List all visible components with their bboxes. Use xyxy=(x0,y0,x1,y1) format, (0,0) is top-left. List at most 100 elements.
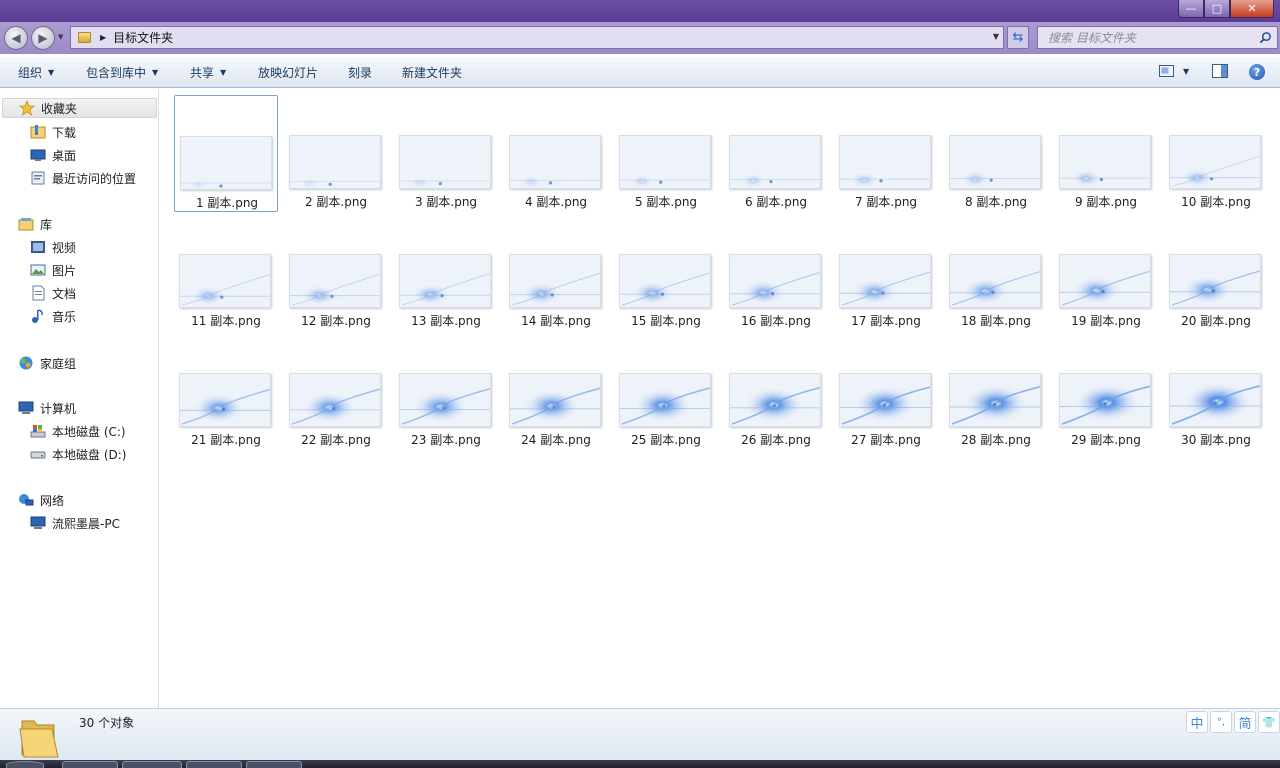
nav-favorites[interactable]: 收藏夹 xyxy=(2,98,157,118)
ime-punctuation-button[interactable]: °, xyxy=(1210,711,1232,733)
file-item[interactable]: 15 副本.png xyxy=(614,214,718,331)
image-thumbnail xyxy=(949,373,1041,427)
help-icon[interactable]: ? xyxy=(1249,64,1265,80)
file-item[interactable]: 7 副本.png xyxy=(834,95,938,212)
nav-pictures-label: 图片 xyxy=(52,263,77,278)
nav-downloads[interactable]: 下载 xyxy=(30,122,76,142)
file-item[interactable]: 21 副本.png xyxy=(174,333,278,450)
file-item[interactable]: 20 副本.png xyxy=(1164,214,1268,331)
start-button[interactable] xyxy=(6,761,44,768)
breadcrumb-current[interactable]: 目标文件夹 xyxy=(113,29,173,46)
search-icon[interactable] xyxy=(1259,31,1272,44)
file-item[interactable]: 13 副本.png xyxy=(394,214,498,331)
new-folder-button[interactable]: 新建文件夹 xyxy=(398,57,466,88)
nav-computer[interactable]: 计算机 xyxy=(18,398,76,418)
nav-desktop[interactable]: 桌面 xyxy=(30,145,76,165)
nav-drive-c[interactable]: 本地磁盘 (C:) xyxy=(30,421,126,441)
image-thumbnail xyxy=(1059,373,1151,427)
ime-simplified-button[interactable]: 简 xyxy=(1234,711,1256,733)
refresh-button[interactable]: ⇆ xyxy=(1007,26,1029,49)
nav-videos[interactable]: 视频 xyxy=(30,237,76,257)
image-thumbnail xyxy=(399,254,491,308)
file-item[interactable]: 24 副本.png xyxy=(504,333,608,450)
file-item[interactable]: 23 副本.png xyxy=(394,333,498,450)
file-item[interactable]: 8 副本.png xyxy=(944,95,1048,212)
include-in-library-menu[interactable]: 包含到库中 ▼ xyxy=(82,57,162,88)
file-item[interactable]: 19 副本.png xyxy=(1054,214,1158,331)
file-item[interactable]: 18 副本.png xyxy=(944,214,1048,331)
nav-libraries[interactable]: 库 xyxy=(18,214,52,234)
search-placeholder: 搜索 目标文件夹 xyxy=(1048,31,1136,45)
nav-network[interactable]: 网络 xyxy=(18,490,64,510)
file-item[interactable]: 12 副本.png xyxy=(284,214,388,331)
nav-documents[interactable]: 文档 xyxy=(30,283,76,303)
taskbar-app-4[interactable] xyxy=(246,761,302,768)
file-item[interactable]: 17 副本.png xyxy=(834,214,938,331)
share-menu[interactable]: 共享 ▼ xyxy=(186,57,230,88)
minimize-button[interactable]: — xyxy=(1178,0,1204,18)
file-item[interactable]: 16 副本.png xyxy=(724,214,828,331)
file-item[interactable]: 27 副本.png xyxy=(834,333,938,450)
file-item[interactable]: 14 副本.png xyxy=(504,214,608,331)
close-button[interactable]: ✕ xyxy=(1230,0,1274,18)
nav-drive-d[interactable]: 本地磁盘 (D:) xyxy=(30,444,126,464)
ime-language-button[interactable]: 中 xyxy=(1186,711,1208,733)
file-item[interactable]: 25 副本.png xyxy=(614,333,718,450)
file-item[interactable]: 26 副本.png xyxy=(724,333,828,450)
file-item[interactable]: 11 副本.png xyxy=(174,214,278,331)
back-button[interactable]: ◀ xyxy=(4,26,28,50)
burn-button[interactable]: 刻录 xyxy=(344,57,376,88)
view-options-dropdown-icon[interactable]: ▼ xyxy=(1183,67,1189,76)
nav-recent-places[interactable]: 最近访问的位置 xyxy=(30,168,136,188)
caret-down-icon: ▼ xyxy=(48,68,55,77)
file-item[interactable]: 30 副本.png xyxy=(1164,333,1268,450)
slideshow-button[interactable]: 放映幻灯片 xyxy=(254,57,322,88)
image-thumbnail xyxy=(839,254,931,308)
nav-network-pc[interactable]: 流熙墨晨-PC xyxy=(30,513,120,533)
file-item[interactable]: 9 副本.png xyxy=(1054,95,1158,212)
file-item[interactable]: 22 副本.png xyxy=(284,333,388,450)
taskbar-app-3[interactable] xyxy=(186,761,242,768)
file-name: 1 副本.png xyxy=(195,196,259,210)
image-thumbnail xyxy=(619,254,711,308)
taskbar-app-2[interactable] xyxy=(122,761,182,768)
file-name: 19 副本.png xyxy=(1071,314,1141,328)
downloads-folder-icon xyxy=(30,125,46,139)
organize-menu[interactable]: 组织 ▼ xyxy=(14,57,58,88)
maximize-button[interactable]: □ xyxy=(1204,0,1230,18)
image-thumbnail xyxy=(619,373,711,427)
file-item[interactable]: 28 副本.png xyxy=(944,333,1048,450)
nav-pictures[interactable]: 图片 xyxy=(30,260,76,280)
file-item[interactable]: 3 副本.png xyxy=(394,95,498,212)
file-item[interactable]: 5 副本.png xyxy=(614,95,718,212)
file-name: 13 副本.png xyxy=(411,314,481,328)
file-name: 9 副本.png xyxy=(1074,195,1138,209)
nav-homegroup[interactable]: 家庭组 xyxy=(18,353,76,373)
file-item[interactable]: 10 副本.png xyxy=(1164,95,1268,212)
forward-button[interactable]: ▶ xyxy=(31,26,55,50)
nav-videos-label: 视频 xyxy=(52,240,77,255)
file-item[interactable]: 1 副本.png xyxy=(174,95,278,212)
nav-music[interactable]: 音乐 xyxy=(30,306,76,326)
caret-down-icon: ▼ xyxy=(220,68,227,77)
file-item[interactable]: 4 副本.png xyxy=(504,95,608,212)
file-item[interactable]: 2 副本.png xyxy=(284,95,388,212)
recent-pages-dropdown[interactable]: ▼ xyxy=(58,33,63,41)
search-input[interactable]: 搜索 目标文件夹 xyxy=(1037,26,1278,49)
preview-pane-icon[interactable] xyxy=(1212,64,1229,79)
file-name: 28 副本.png xyxy=(961,433,1031,447)
folder-icon xyxy=(78,32,91,43)
taskbar-app-1[interactable] xyxy=(62,761,118,768)
image-thumbnail xyxy=(839,373,931,427)
file-item[interactable]: 6 副本.png xyxy=(724,95,828,212)
address-dropdown-icon[interactable]: ▼ xyxy=(993,32,999,41)
breadcrumb-arrow-icon[interactable]: ▶ xyxy=(100,33,106,42)
change-view-icon[interactable] xyxy=(1159,64,1175,78)
ime-skin-button[interactable]: 👕 xyxy=(1258,711,1280,733)
file-item[interactable]: 29 副本.png xyxy=(1054,333,1158,450)
address-bar[interactable]: ▶ 目标文件夹 ▼ xyxy=(70,26,1004,49)
image-thumbnail xyxy=(289,135,381,189)
file-name: 18 副本.png xyxy=(961,314,1031,328)
image-thumbnail xyxy=(509,254,601,308)
image-thumbnail xyxy=(729,254,821,308)
